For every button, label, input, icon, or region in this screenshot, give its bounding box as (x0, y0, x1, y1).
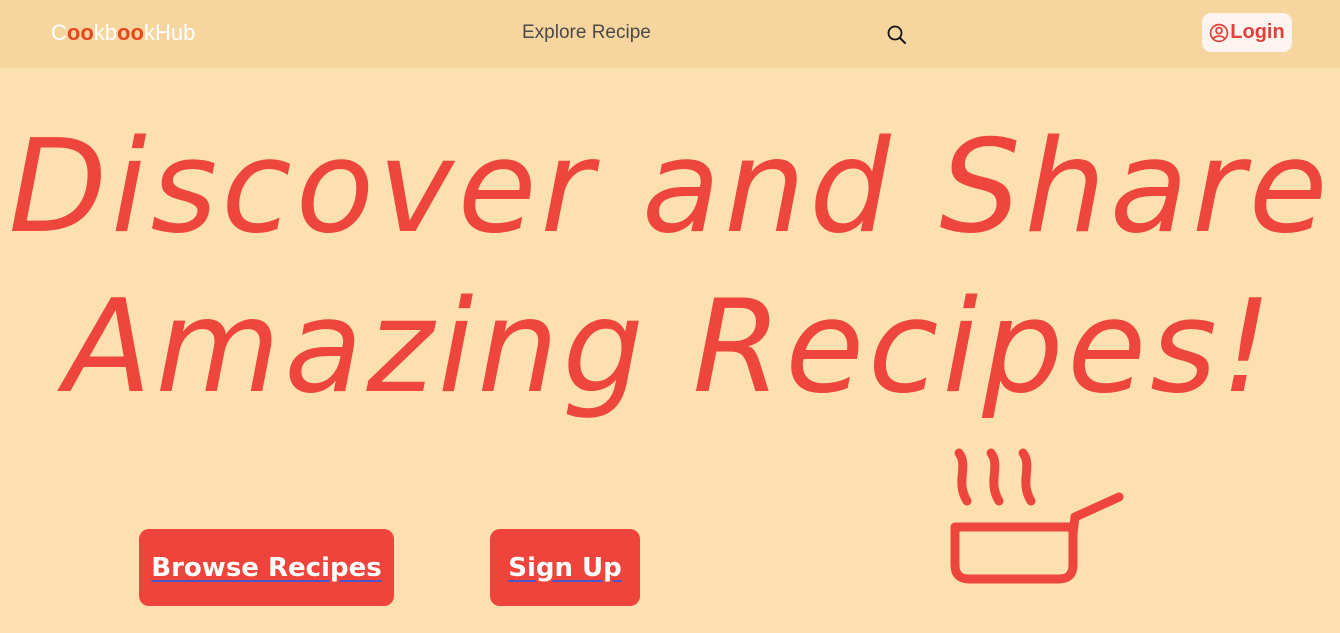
sign-up-button[interactable]: Sign Up (490, 529, 640, 606)
search-icon (887, 25, 906, 44)
search-button[interactable] (885, 23, 909, 47)
logo-part: C (51, 20, 67, 45)
logo-part: o (66, 20, 81, 45)
hero-title-line-1: Discover and Share (8, 113, 1332, 262)
hero-title-line-2: Amazing Recipes! (63, 273, 1277, 422)
browse-recipes-button[interactable]: Browse Recipes (139, 529, 394, 606)
hero-title: Discover and Share Amazing Recipes! (0, 108, 1340, 428)
logo-part: o (130, 20, 144, 45)
logo-part: kb (93, 20, 118, 45)
user-circle-icon (1210, 23, 1229, 42)
logo-part: kHub (143, 20, 196, 45)
logo-part: o (117, 20, 131, 45)
login-button[interactable]: Login (1202, 13, 1292, 52)
steaming-pan-icon (950, 448, 1124, 584)
login-label: Login (1230, 21, 1285, 43)
logo-part: o (80, 20, 94, 45)
logo[interactable]: CookbookHub (51, 20, 195, 46)
navbar: CookbookHub Explore Recipe Login (0, 0, 1340, 68)
explore-recipe-link[interactable]: Explore Recipe (522, 22, 651, 44)
